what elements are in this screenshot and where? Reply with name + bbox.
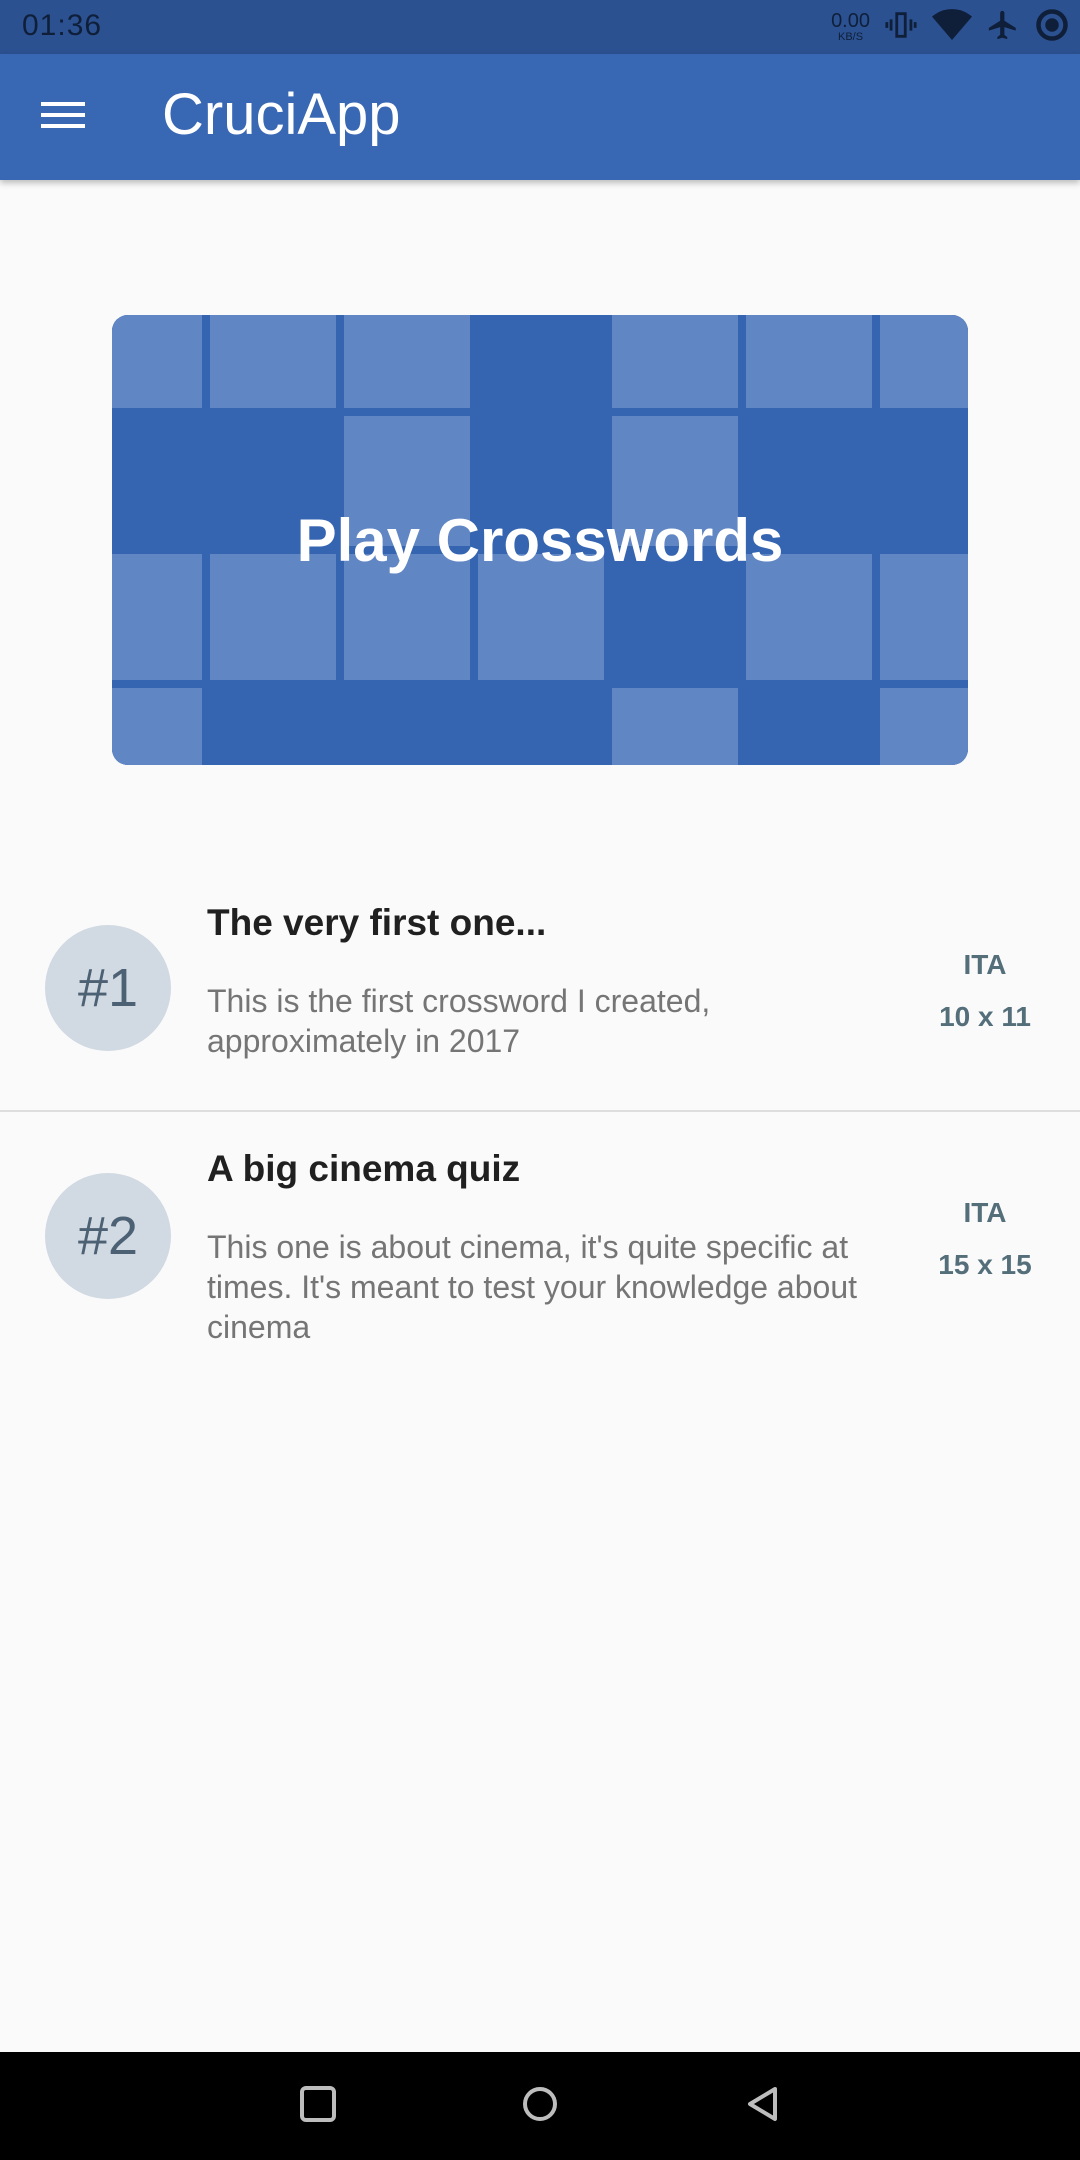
crossword-list-item-1[interactable]: #1 The very first one... This is the fir… <box>0 857 1080 1110</box>
back-icon <box>742 2084 782 2129</box>
crossword-text: The very first one... This is the first … <box>207 901 907 1061</box>
network-speed-value: 0.00 <box>831 10 870 32</box>
system-nav-bar <box>0 2052 1080 2160</box>
banner-label: Play Crosswords <box>296 506 784 574</box>
play-crosswords-banner[interactable]: Play Crosswords <box>112 315 968 765</box>
app-bar: CruciApp <box>0 54 1080 180</box>
sync-icon <box>1034 7 1070 48</box>
crossword-description: This is the first crossword I created, a… <box>207 983 711 1059</box>
home-icon <box>520 2084 560 2129</box>
crossword-size: 15 x 15 <box>938 1249 1032 1280</box>
wifi-icon <box>932 8 972 47</box>
home-button[interactable] <box>512 2078 568 2134</box>
crossword-list: #1 The very first one... This is the fir… <box>0 857 1080 1112</box>
crossword-description: This one is about cinema, it's quite spe… <box>207 1229 857 1345</box>
crossword-title: A big cinema quiz <box>207 1148 521 1189</box>
menu-button[interactable] <box>30 88 96 146</box>
crossword-list-item-2[interactable]: #2 A big cinema quiz This one is about c… <box>0 0 1080 1345</box>
crossword-number-avatar: #2 <box>45 1173 171 1299</box>
crossword-language: ITA <box>963 1197 1007 1228</box>
menu-icon <box>41 98 85 137</box>
airplane-icon <box>986 8 1020 47</box>
crossword-text: A big cinema quiz This one is about cine… <box>207 1147 907 1347</box>
recents-button[interactable] <box>290 2078 346 2134</box>
crossword-title: The very first one... <box>207 902 547 943</box>
crossword-meta: ITA 15 x 15 <box>925 1193 1045 1285</box>
back-button[interactable] <box>734 2078 790 2134</box>
app-title: CruciApp <box>162 82 401 147</box>
crossword-number-avatar: #1 <box>45 925 171 1051</box>
list-divider <box>0 1110 1080 1112</box>
status-time: 01:36 <box>22 9 103 42</box>
crossword-size: 10 x 11 <box>939 1001 1031 1032</box>
status-bar: 01:36 0.00 KB/S <box>0 0 1080 54</box>
crossword-meta: ITA 10 x 11 <box>925 945 1045 1037</box>
status-icons: 0.00 KB/S <box>831 6 1070 48</box>
recents-icon <box>298 2084 338 2129</box>
crossword-language: ITA <box>963 949 1007 980</box>
network-speed-unit: KB/S <box>837 31 864 43</box>
vibrate-icon <box>884 8 918 47</box>
network-speed: 0.00 KB/S <box>831 11 870 43</box>
